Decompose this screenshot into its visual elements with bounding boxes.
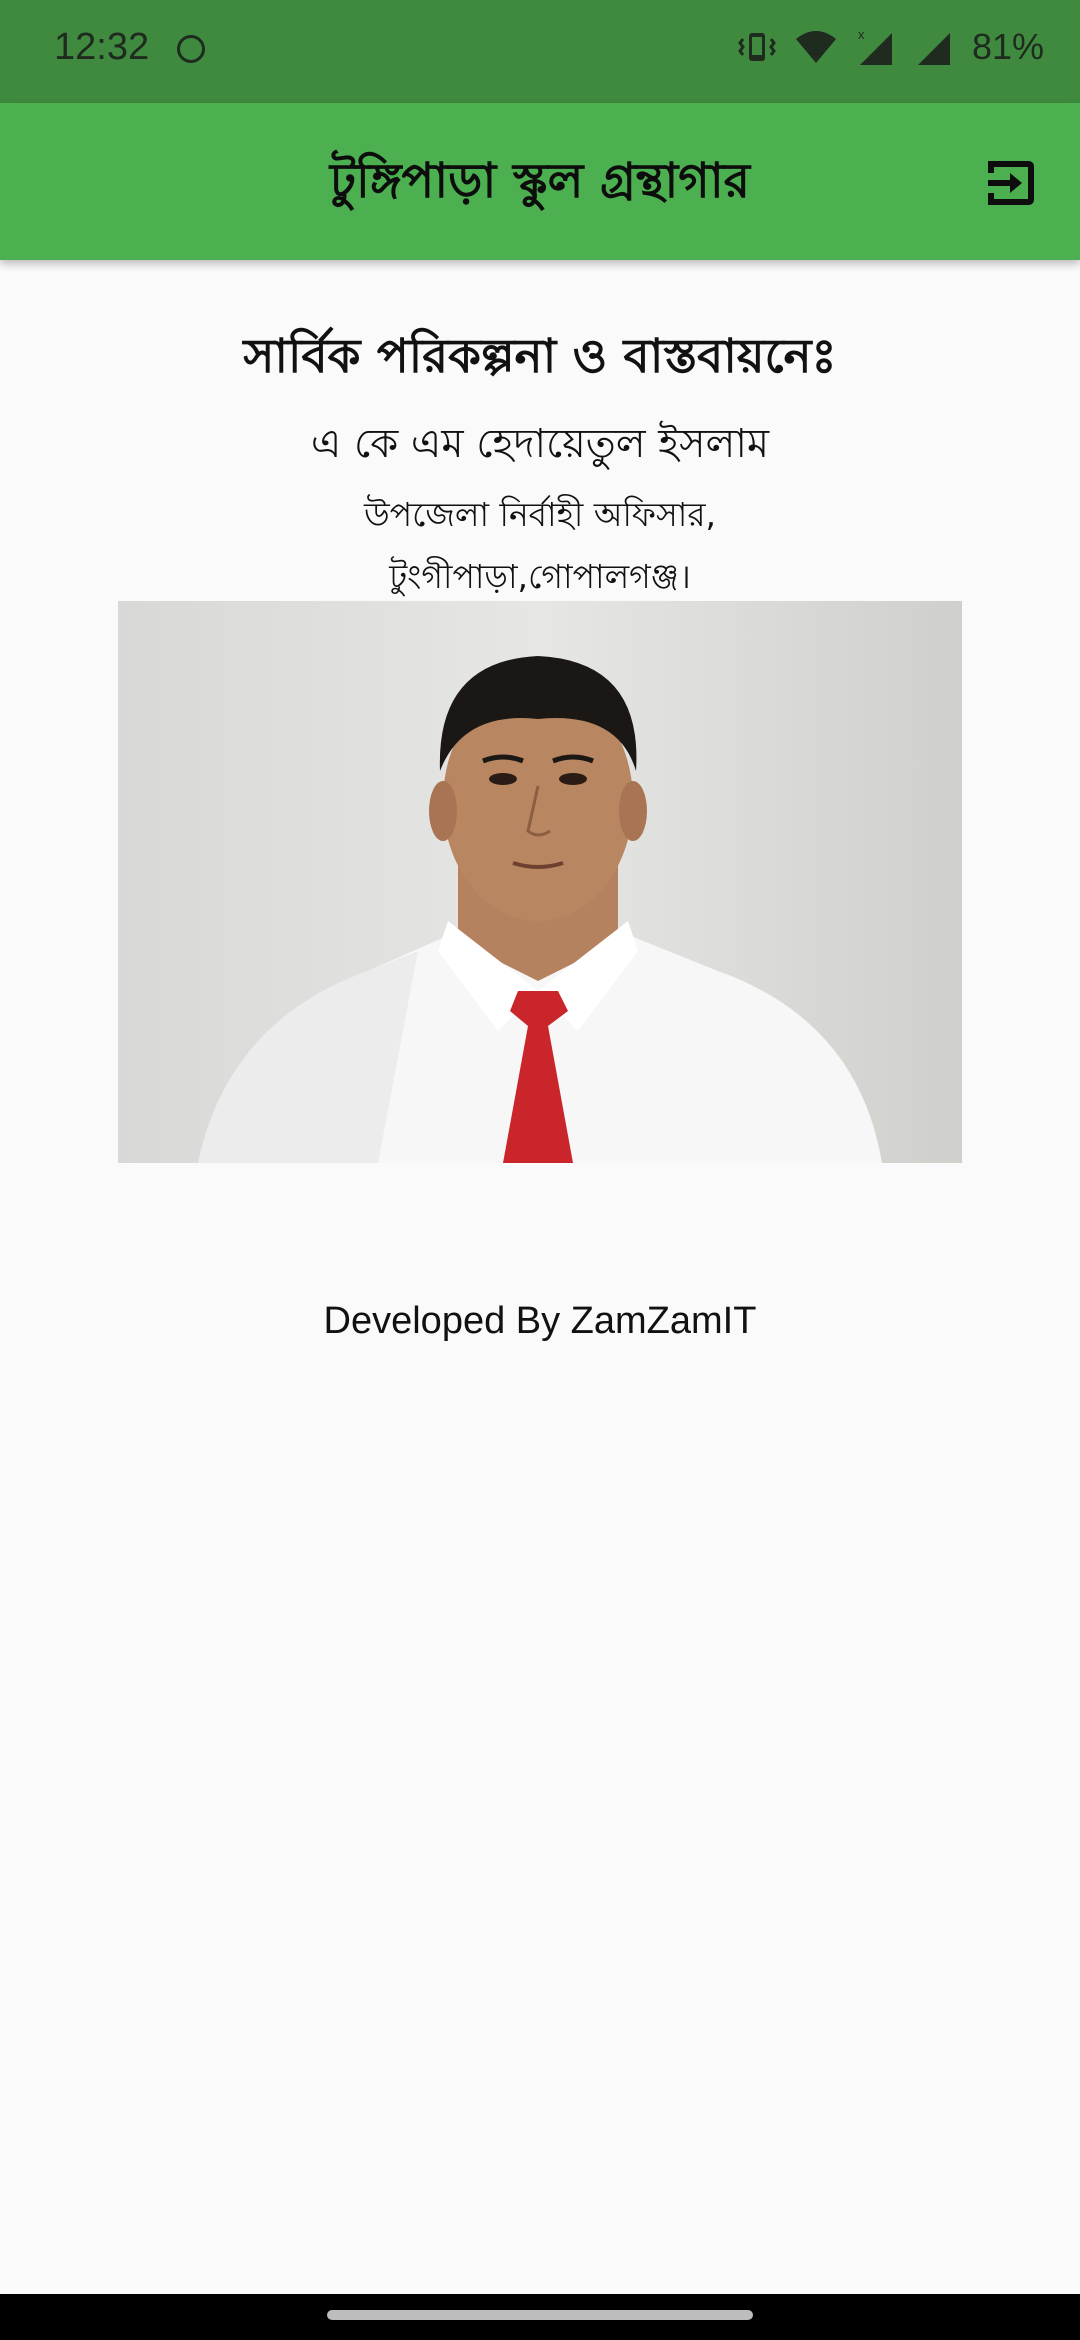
person-location: টুংগীপাড়া,গোপালগঞ্জ। (389, 557, 691, 596)
person-designation: উপজেলা নির্বাহী অফিসার, (363, 495, 717, 534)
logout-button[interactable] (982, 153, 1042, 213)
logout-icon (988, 161, 1034, 205)
navigation-bar (0, 2294, 1080, 2340)
credit-section: সার্বিক পরিকল্পনা ও বাস্তবায়নেঃ এ কে এম… (0, 260, 1080, 607)
status-bar: 12:32 x 81% (0, 0, 1080, 103)
portrait-photo (118, 601, 962, 1163)
signal-icon (914, 27, 954, 67)
person-name: এ কে এম হেদায়েতুল ইসলাম (310, 421, 770, 467)
signal-x-icon: x (856, 27, 896, 67)
developer-credit: Developed By ZamZamIT (323, 1300, 757, 1342)
svg-text:x: x (858, 27, 865, 42)
app-bar: টুঙ্গিপাড়া স্কুল গ্রন্থাগার (0, 103, 1080, 260)
status-time: 12:32 (54, 26, 150, 68)
battery-percent: 81% (971, 26, 1044, 67)
home-indicator[interactable] (327, 2310, 753, 2320)
status-icons: x 81% (738, 26, 1044, 68)
credit-heading: সার্বিক পরিকল্পনা ও বাস্তবায়নেঃ (243, 329, 837, 384)
notification-dot-icon (177, 35, 205, 63)
vibrate-icon (738, 27, 776, 67)
wifi-icon (794, 29, 838, 65)
app-title: টুঙ্গিপাড়া স্কুল গ্রন্থাগার (329, 153, 751, 209)
